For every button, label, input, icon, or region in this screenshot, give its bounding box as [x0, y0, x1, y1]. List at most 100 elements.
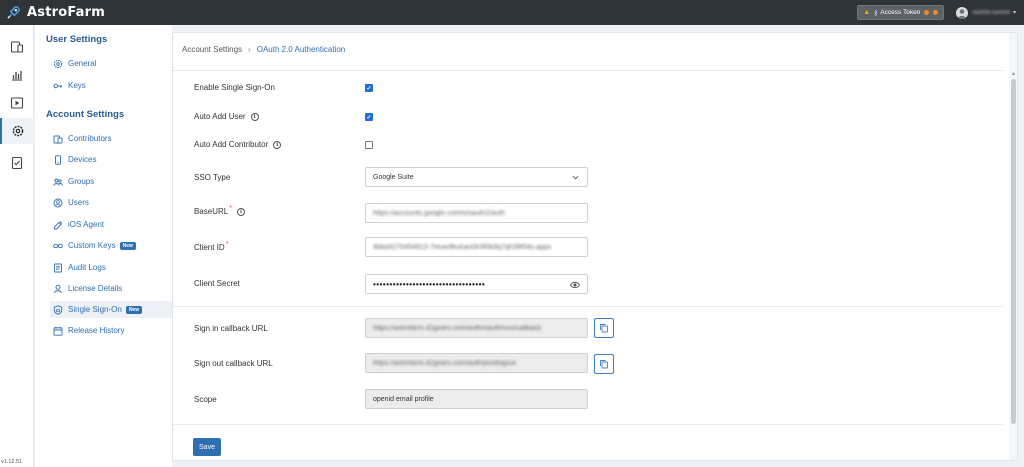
audit-logs-icon — [54, 263, 62, 272]
bar-chart-icon — [12, 71, 22, 81]
brand[interactable]: AstroFarm — [0, 0, 105, 25]
settings-sidebar: User Settings General Keys Account Setti… — [35, 25, 172, 467]
sidebar-item-custom-keys[interactable]: Custom Keys New — [53, 237, 172, 254]
sidebar-item-label: iOS Agent — [68, 220, 105, 229]
play-icon — [10, 97, 24, 109]
base-url-value: https://accounts.google.com/o/oauth2/aut… — [373, 209, 505, 217]
sign-in-callback-input[interactable]: https://astrofarm.42gears.com/auth/oauth… — [365, 318, 588, 338]
divider — [173, 306, 1003, 307]
devices-icon — [10, 41, 24, 53]
required-asterisk: * — [225, 241, 229, 248]
scope-input[interactable]: openid email profile — [365, 389, 588, 409]
enable-sso-checkbox[interactable]: ✓ — [365, 84, 373, 92]
sidebar-item-groups[interactable]: Groups — [53, 173, 172, 190]
rail-item-settings[interactable] — [0, 118, 34, 144]
account-settings-heading: Account Settings — [46, 109, 125, 120]
auto-add-user-checkbox[interactable]: ✓ — [365, 113, 373, 121]
client-secret-label-text: Client Secret — [194, 279, 240, 288]
sso-type-select[interactable]: Google Suite — [365, 167, 588, 187]
base-url-label: BaseURL * i — [194, 205, 245, 216]
sidebar-item-label: Single Sign-On — [68, 305, 122, 314]
copy-sign-in-url-button[interactable] — [594, 318, 614, 338]
copy-sign-out-url-button[interactable] — [594, 354, 614, 374]
ios-agent-icon — [54, 220, 63, 229]
avatar — [956, 6, 969, 19]
sign-in-callback-label: Sign in callback URL — [194, 324, 268, 333]
eye-icon[interactable] — [570, 280, 580, 290]
status-dot-icon — [933, 10, 939, 15]
breadcrumb-separator: › — [248, 45, 251, 54]
gear-icon — [53, 59, 63, 68]
user-name: rashmi.suresh — [972, 9, 1010, 16]
device-icon — [55, 154, 61, 165]
sidebar-item-general[interactable]: General — [53, 55, 172, 72]
scope-label: Scope — [194, 395, 217, 404]
sidebar-item-license-details[interactable]: License Details — [53, 280, 172, 297]
rail-item-devices[interactable] — [0, 34, 34, 60]
sidebar-item-devices[interactable]: Devices — [53, 151, 172, 168]
sidebar-item-single-sign-on[interactable]: Single Sign-On New — [50, 301, 172, 318]
app-version: v1.12.51 — [1, 459, 23, 465]
sidebar-item-label: Contributors — [68, 134, 112, 143]
auto-add-user-label: Auto Add User i — [194, 112, 259, 121]
breadcrumb-account-settings[interactable]: Account Settings — [182, 45, 242, 54]
sso-type-label: SSO Type — [194, 173, 230, 182]
sidebar-item-label: Keys — [68, 81, 86, 90]
user-icon — [53, 198, 63, 207]
sidebar-item-label: Release History — [68, 326, 125, 335]
client-secret-input[interactable]: •••••••••••••••••••••••••••••••••• — [365, 274, 588, 294]
client-id-input[interactable]: 4bbd4270454913-7reuiv9kuhanl3r3f0b3q7qh3… — [365, 237, 588, 257]
breadcrumb: Account Settings › OAuth 2.0 Authenticat… — [182, 45, 345, 54]
divider — [173, 424, 1003, 425]
warning-icon: ▲ — [863, 9, 871, 16]
sso-settings-card: Account Settings › OAuth 2.0 Authenticat… — [172, 32, 1018, 461]
sidebar-item-label: Users — [68, 198, 89, 207]
chevron-down-icon: ▾ — [1012, 10, 1016, 16]
rail-item-recordings[interactable] — [0, 90, 34, 116]
sign-out-callback-value: https://astrofarm.42gears.com/auth/postl… — [373, 359, 516, 367]
rail-item-analytics[interactable] — [0, 62, 34, 88]
icon-rail: v1.12.51 — [0, 25, 34, 467]
contributors-icon — [53, 135, 63, 143]
divider — [173, 70, 1003, 71]
sidebar-item-users[interactable]: Users — [53, 194, 172, 211]
groups-icon — [53, 178, 63, 186]
sidebar-item-label: Audit Logs — [68, 263, 106, 272]
sidebar-item-release-history[interactable]: Release History — [53, 322, 172, 339]
sidebar-item-ios-agent[interactable]: iOS Agent — [53, 216, 172, 233]
chevron-down-icon — [572, 175, 579, 180]
sidebar-item-keys[interactable]: Keys — [53, 77, 172, 94]
auto-add-contributor-label: Auto Add Contributor i — [194, 140, 282, 149]
check-icon: ✓ — [366, 85, 372, 92]
shield-icon — [53, 304, 63, 315]
sidebar-item-audit-logs[interactable]: Audit Logs — [53, 259, 172, 276]
auto-add-contributor-label-text: Auto Add Contributor — [194, 140, 269, 149]
client-id-value: 4bbd4270454913-7reuiv9kuhanl3r3f0b3q7qh3… — [373, 243, 552, 251]
key-icon — [53, 83, 63, 88]
client-id-label: Client ID * — [194, 241, 229, 252]
status-dot-icon — [924, 10, 930, 15]
breadcrumb-current: OAuth 2.0 Authentication — [256, 45, 346, 54]
info-icon[interactable]: i — [273, 140, 282, 149]
rocket-logo-icon — [7, 6, 20, 19]
check-icon: ✓ — [366, 114, 372, 121]
sidebar-item-label: Devices — [68, 155, 97, 164]
info-icon[interactable]: i — [236, 207, 245, 216]
access-token-button[interactable]: ▲ ⚷ Access Token — [857, 5, 945, 20]
sign-out-callback-input[interactable]: https://astrofarm.42gears.com/auth/postl… — [365, 353, 588, 373]
sidebar-item-contributors[interactable]: Contributors — [53, 130, 172, 147]
scrollbar-thumb[interactable] — [1011, 79, 1016, 424]
base-url-label-text: BaseURL — [194, 207, 229, 216]
user-menu[interactable]: rashmi.suresh ▾ — [956, 6, 1016, 19]
sidebar-item-label: License Details — [68, 284, 123, 293]
sidebar-item-label: General — [68, 59, 97, 68]
auto-add-contributor-checkbox[interactable] — [365, 141, 373, 149]
sign-out-callback-label-text: Sign out callback URL — [194, 359, 273, 368]
enable-sso-label-text: Enable Single Sign-On — [194, 83, 275, 92]
scroll-up-icon[interactable]: ▲ — [1011, 71, 1016, 77]
save-button[interactable]: Save — [193, 438, 221, 456]
base-url-input[interactable]: https://accounts.google.com/o/oauth2/aut… — [365, 203, 588, 223]
info-icon[interactable]: i — [250, 112, 259, 121]
sidebar-item-label: Custom Keys — [68, 241, 116, 250]
rail-item-tests[interactable] — [0, 150, 34, 176]
